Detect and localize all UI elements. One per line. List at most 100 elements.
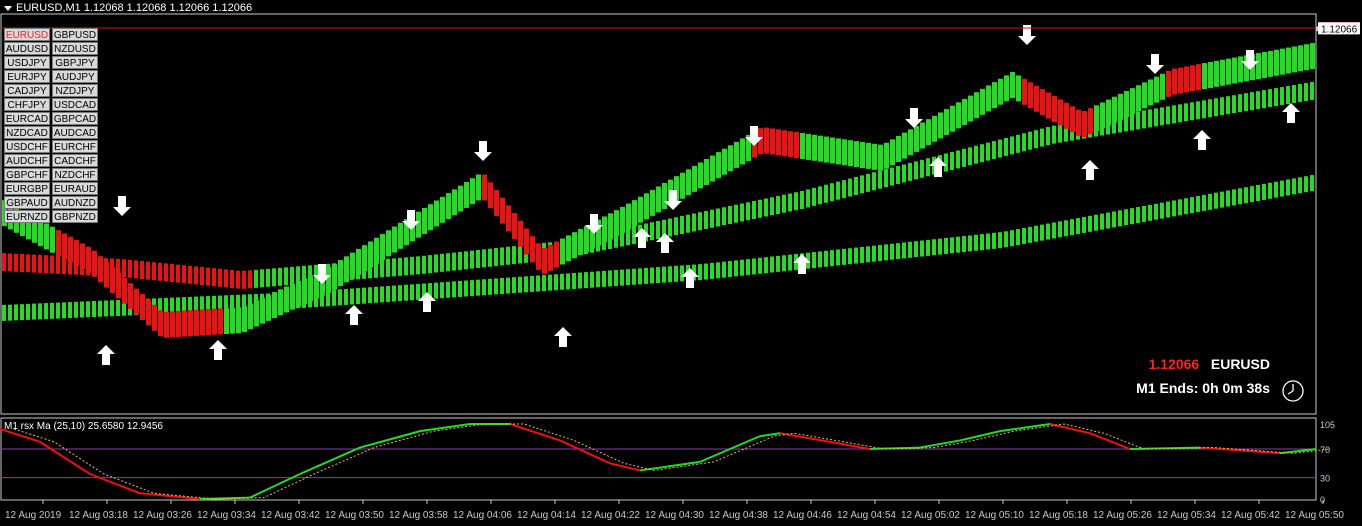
mid-band-bar: [902, 164, 906, 183]
pair-button-nzdcad[interactable]: NZDCAD: [4, 126, 50, 139]
slow-band-bar: [614, 270, 618, 287]
fast-band-bar: [56, 230, 61, 257]
fast-band-bar: [242, 306, 247, 333]
mid-band-bar: [680, 216, 684, 234]
pair-button-gbpnzd[interactable]: GBPNZD: [52, 210, 98, 223]
pair-button-audchf[interactable]: AUDCHF: [4, 154, 50, 167]
fast-band-bar: [584, 225, 589, 252]
mid-band-bar: [968, 147, 972, 166]
fast-band-bar: [152, 304, 157, 331]
slow-band-bar: [818, 251, 822, 268]
pair-button-eurcad[interactable]: EURCAD: [4, 112, 50, 125]
mid-band-bar: [488, 248, 492, 267]
mid-band-bar: [50, 255, 54, 274]
pair-button-gbpusd[interactable]: GBPUSD: [52, 28, 98, 41]
fast-band-bar: [554, 241, 559, 268]
fast-band-bar: [884, 142, 889, 169]
fast-band-bar: [890, 139, 895, 166]
mid-band-bar: [698, 212, 702, 231]
slow-band-bar: [1202, 194, 1206, 211]
pair-button-gbpaud[interactable]: GBPAUD: [4, 196, 50, 209]
fast-band-bar: [1052, 96, 1057, 122]
fast-band-bar: [842, 139, 847, 166]
dropdown-icon[interactable]: [4, 5, 12, 11]
fast-band-bar: [1160, 73, 1165, 100]
indicator-label: M1 rsx Ma (25,10) 25.6580 12.9456: [4, 421, 163, 432]
mid-band-bar: [1304, 83, 1308, 102]
fast-band-bar: [770, 128, 775, 155]
mid-band-bar: [1256, 91, 1260, 110]
pair-button-gbpcad[interactable]: GBPCAD: [52, 112, 98, 125]
mid-band-bar: [842, 180, 846, 199]
fast-band-bar: [620, 207, 625, 233]
pair-button-eurgbp[interactable]: EURGBP: [4, 182, 50, 195]
fast-band-bar: [332, 263, 337, 290]
slow-band-bar: [434, 282, 438, 299]
fast-band-bar: [566, 235, 571, 262]
fast-band-bar: [932, 115, 937, 142]
pair-button-eurchf[interactable]: EURCHF: [52, 140, 98, 153]
mid-band-bar: [44, 255, 48, 274]
fast-band-bar: [680, 172, 685, 199]
pair-button-audcad[interactable]: AUDCAD: [52, 126, 98, 139]
fast-band-bar: [92, 250, 97, 277]
slow-band-bar: [986, 233, 990, 250]
slow-band-bar: [1040, 224, 1044, 241]
pair-button-euraud[interactable]: EURAUD: [52, 182, 98, 195]
chart-canvas[interactable]: 1.120951.120851.120751.120651.120551.120…: [0, 0, 1362, 526]
mid-band-bar: [1226, 96, 1230, 115]
slow-band-bar: [74, 301, 78, 318]
mid-band-bar: [1034, 130, 1038, 149]
pair-button-chfjpy[interactable]: CHFJPY: [4, 98, 50, 111]
pair-button-nzdchf[interactable]: NZDCHF: [52, 168, 98, 181]
pair-button-nzdjpy[interactable]: NZDJPY: [52, 84, 98, 97]
fast-band-bar: [1064, 102, 1069, 129]
slow-band-bar: [770, 256, 774, 273]
pair-button-audnzd[interactable]: AUDNZD: [52, 196, 98, 209]
pair-button-usdjpy[interactable]: USDJPY: [4, 56, 50, 69]
fast-band-bar: [1226, 58, 1231, 85]
slow-band-bar: [338, 289, 342, 306]
time-tick-label: 12 Aug 04:54: [837, 510, 896, 521]
slow-band-bar: [1100, 213, 1104, 230]
pair-button-usdcad[interactable]: USDCAD: [52, 98, 98, 111]
mid-band-bar: [428, 255, 432, 274]
slow-band-bar: [992, 232, 996, 249]
pair-button-eurnzd[interactable]: EURNZD: [4, 210, 50, 223]
mid-band-bar: [884, 169, 888, 188]
slow-band-bar: [500, 278, 504, 294]
fast-band-bar: [1262, 51, 1267, 78]
mid-band-bar: [458, 251, 462, 270]
pair-button-eurusd[interactable]: EURUSD: [4, 28, 50, 41]
slow-band-bar: [1058, 221, 1062, 238]
fast-band-bar: [68, 236, 73, 263]
pair-button-gbpjpy[interactable]: GBPJPY: [52, 56, 98, 69]
fast-band-bar: [518, 220, 523, 247]
mid-band-bar: [1052, 125, 1056, 144]
pair-button-cadjpy[interactable]: CADJPY: [4, 84, 50, 97]
fast-band-bar: [992, 82, 997, 109]
slow-band-bar: [374, 286, 378, 303]
fast-band-bar: [254, 300, 259, 327]
fast-band-bar: [272, 292, 277, 319]
mid-band-bar: [764, 198, 768, 217]
slow-band-bar: [938, 238, 942, 255]
pair-button-usdchf[interactable]: USDCHF: [4, 140, 50, 153]
pair-button-eurjpy[interactable]: EURJPY: [4, 70, 50, 83]
pair-button-nzdusd[interactable]: NZDUSD: [52, 42, 98, 55]
slow-band-bar: [728, 261, 732, 278]
pair-button-cadchf[interactable]: CADCHF: [52, 154, 98, 167]
mid-band-bar: [416, 256, 420, 275]
pair-button-audusd[interactable]: AUDUSD: [4, 42, 50, 55]
pair-button-gbpchf[interactable]: GBPCHF: [4, 168, 50, 181]
pair-button-audjpy[interactable]: AUDJPY: [52, 70, 98, 83]
slow-band-bar: [512, 277, 516, 294]
slow-band-bar: [1286, 179, 1290, 196]
mid-band-bar: [218, 268, 222, 287]
mid-band-bar: [128, 259, 132, 278]
slow-band-bar: [56, 302, 60, 319]
mid-band-bar: [950, 152, 954, 170]
slow-band-bar: [170, 297, 174, 314]
up-arrow-icon: [97, 345, 115, 365]
mid-band-bar: [1286, 86, 1290, 105]
